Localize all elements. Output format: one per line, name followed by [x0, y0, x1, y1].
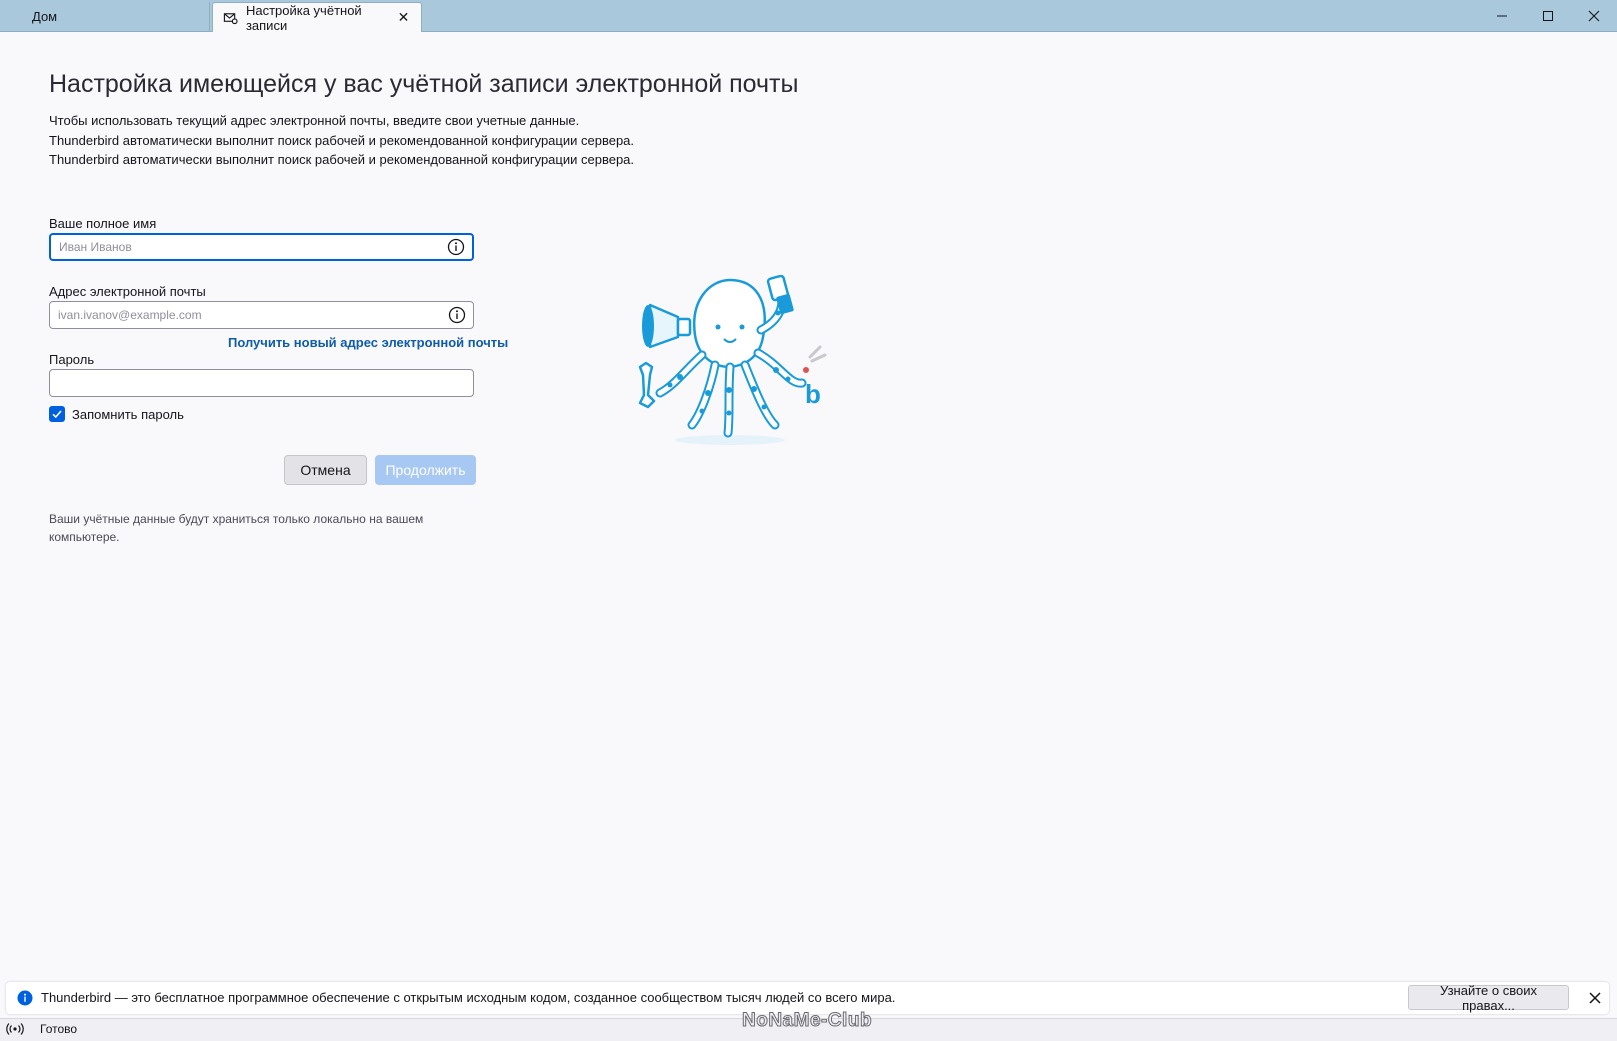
tab-close-icon[interactable]: ✕ — [396, 9, 411, 26]
tab-home[interactable]: Дом — [0, 2, 210, 31]
title-bar: Дом Настройка учётной записи ✕ — [0, 0, 1617, 33]
info-icon[interactable] — [447, 238, 465, 256]
page-description: Чтобы использовать текущий адрес электро… — [49, 111, 634, 170]
svg-text:b: b — [805, 379, 821, 409]
password-label: Пароль — [49, 352, 95, 367]
info-icon[interactable] — [448, 306, 466, 324]
maximize-button[interactable] — [1525, 0, 1571, 31]
tab-account-setup[interactable]: Настройка учётной записи ✕ — [212, 2, 422, 33]
notification-text: Thunderbird — это бесплатное программное… — [41, 990, 896, 1005]
full-name-label: Ваше полное имя — [49, 216, 157, 231]
cancel-button[interactable]: Отмена — [284, 455, 367, 485]
maximize-icon — [1543, 10, 1553, 21]
get-new-email-link[interactable]: Получить новый адрес электронной почты — [228, 335, 508, 350]
tab-home-label: Дом — [32, 9, 58, 24]
close-window-button[interactable] — [1571, 0, 1617, 31]
remember-password[interactable]: Запомнить пароль — [49, 406, 184, 422]
remember-password-checkbox[interactable] — [49, 406, 65, 422]
continue-button[interactable]: Продолжить — [375, 455, 476, 485]
full-name-input[interactable] — [51, 235, 472, 259]
info-icon — [17, 990, 33, 1006]
close-icon[interactable] — [1587, 990, 1603, 1006]
remember-password-label: Запомнить пароль — [72, 406, 184, 422]
description-line: Thunderbird автоматически выполнит поиск… — [49, 132, 635, 148]
password-field[interactable] — [49, 369, 474, 397]
close-icon — [1588, 10, 1600, 21]
status-text: Готово — [40, 1022, 78, 1036]
description-line: Thunderbird автоматически выполнит поиск… — [49, 152, 635, 167]
email-field[interactable] — [49, 301, 474, 329]
password-input[interactable] — [50, 370, 473, 396]
checkmark-icon — [52, 410, 62, 419]
minimize-button[interactable] — [1479, 0, 1525, 31]
local-storage-note: Ваши учётные данные будут храниться толь… — [49, 512, 424, 544]
octopus-mascot-illustration: b — [638, 275, 827, 445]
tab-account-setup-label: Настройка учётной записи — [245, 2, 362, 33]
email-input[interactable] — [50, 302, 473, 328]
connection-status-icon[interactable] — [6, 1022, 24, 1036]
description-line: Чтобы использовать текущий адрес электро… — [49, 113, 580, 128]
watermark: NoNaMe-Club — [741, 1010, 873, 1032]
account-setup-icon — [223, 12, 238, 24]
full-name-field[interactable] — [49, 233, 474, 261]
know-your-rights-button[interactable]: Узнайте о своих правах... — [1408, 983, 1569, 1013]
minimize-icon — [1497, 15, 1507, 16]
page-title: Настройка имеющейся у вас учётной записи… — [49, 70, 799, 98]
email-label: Адрес электронной почты — [49, 284, 206, 299]
